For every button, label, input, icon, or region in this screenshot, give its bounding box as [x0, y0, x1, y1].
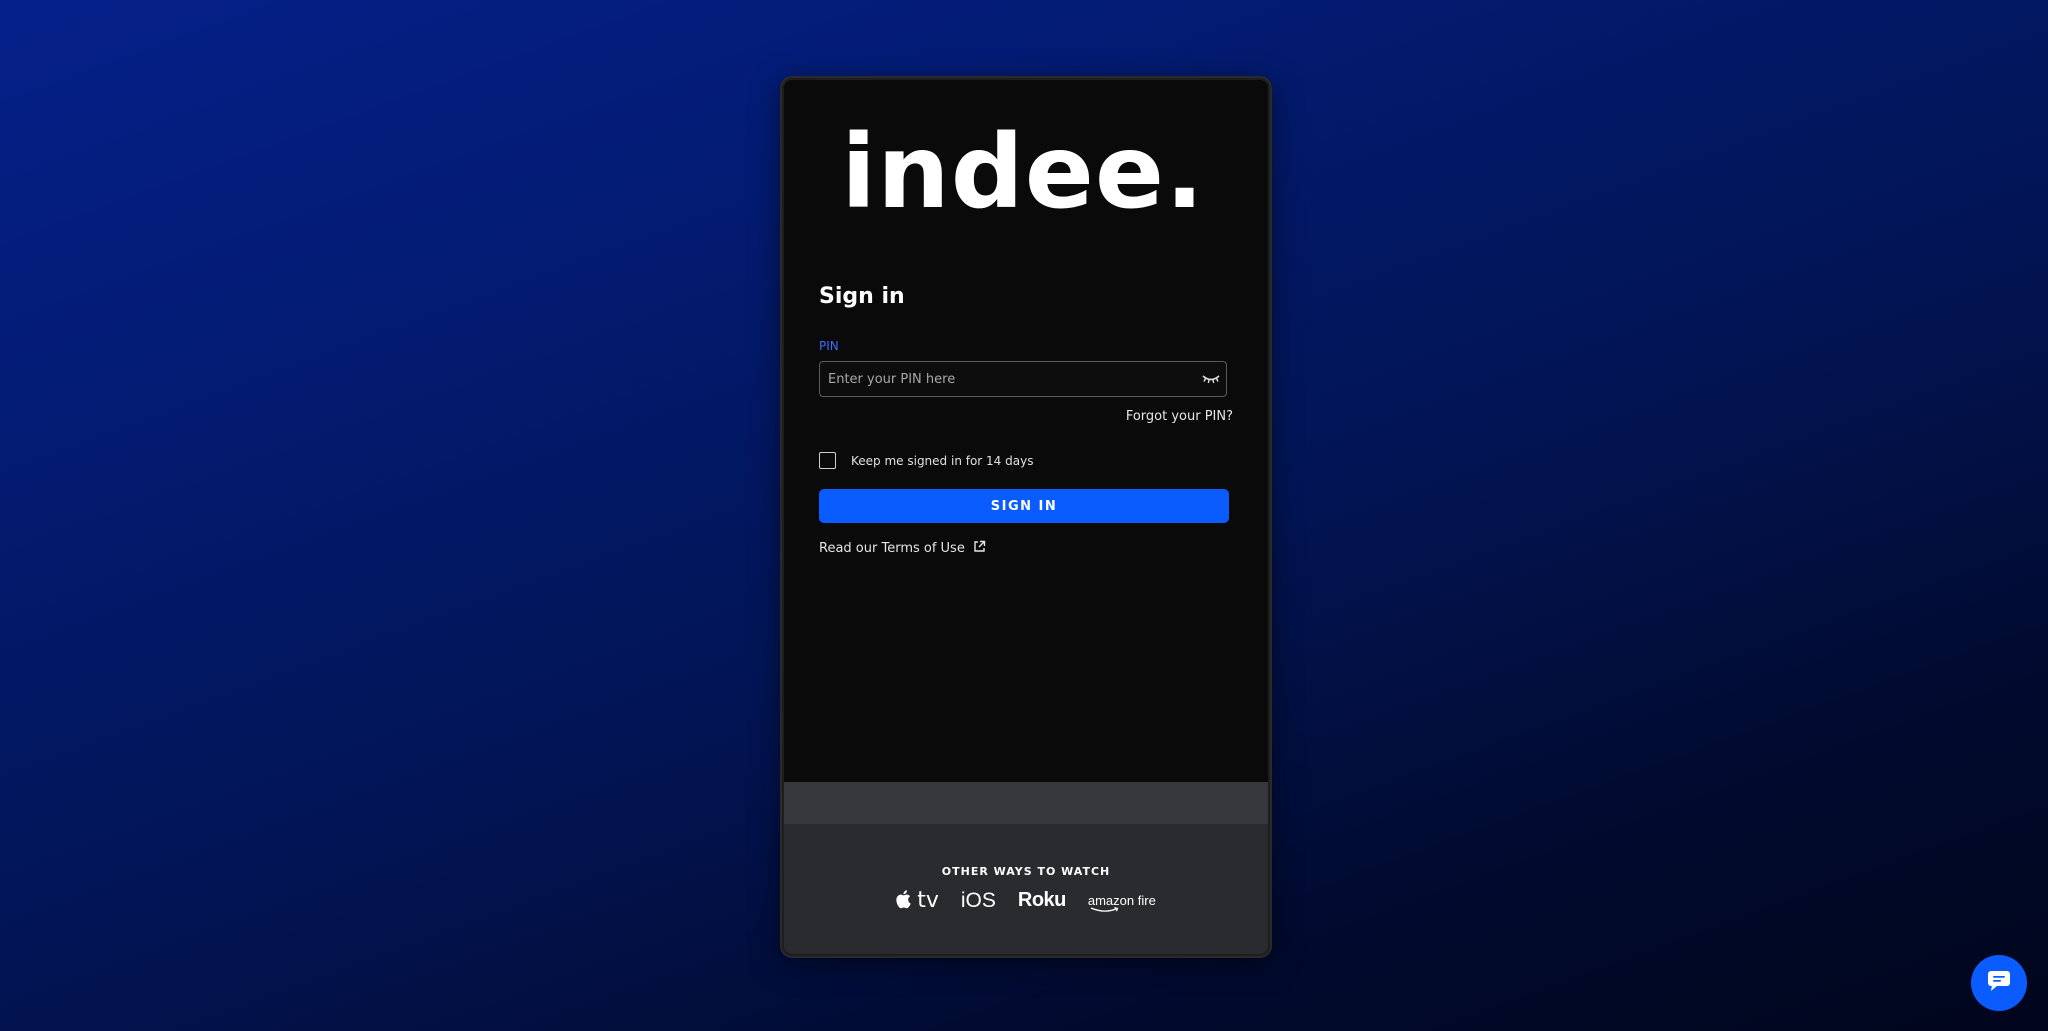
terms-of-use-link[interactable]: Read our Terms of Use	[819, 540, 986, 557]
platform-apple-tv-label: tv	[917, 888, 939, 913]
platform-ios-label: iOS	[960, 888, 996, 912]
platform-ios[interactable]: iOS	[961, 889, 996, 913]
logo-text: indee.	[841, 113, 1205, 232]
chat-button[interactable]	[1971, 955, 2027, 1011]
platform-amazon-fire[interactable]: amazon fire	[1087, 893, 1156, 912]
footer-divider-band	[784, 782, 1268, 824]
keep-signed-in-checkbox[interactable]	[819, 452, 836, 469]
platform-roku-label: Roku	[1017, 889, 1067, 911]
terms-label: Read our Terms of Use	[819, 541, 965, 556]
signin-card: indee. Sign in PIN Forgot your PIN? Keep…	[782, 78, 1270, 956]
amazon-smile-icon	[1090, 907, 1119, 912]
external-link-icon	[973, 540, 986, 557]
page-title: Sign in	[819, 284, 905, 309]
platform-apple-tv[interactable]: tv	[896, 888, 939, 913]
eye-closed-icon[interactable]	[1196, 362, 1226, 396]
pin-input[interactable]	[820, 361, 1196, 397]
forgot-pin-link[interactable]: Forgot your PIN?	[1126, 409, 1233, 424]
pin-label: PIN	[819, 339, 839, 353]
sign-in-button[interactable]: SIGN IN	[819, 489, 1229, 523]
platform-roku[interactable]: Roku	[1017, 889, 1067, 912]
platform-amazon-fire-label: amazon fire	[1087, 893, 1156, 908]
other-ways-heading: OTHER WAYS TO WATCH	[941, 865, 1111, 878]
apple-icon	[896, 889, 913, 913]
keep-signed-in-label[interactable]: Keep me signed in for 14 days	[851, 454, 1033, 468]
chat-icon	[1987, 970, 2011, 996]
pin-field	[819, 361, 1227, 397]
platform-list: tv iOS Roku amazon fire	[784, 888, 1268, 913]
indee-logo: indee.	[784, 118, 1268, 272]
